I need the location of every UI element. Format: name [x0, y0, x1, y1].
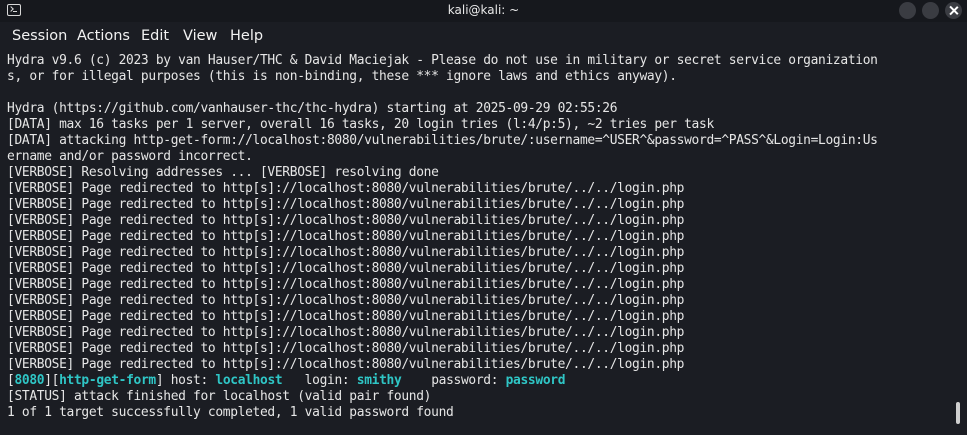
terminal-line: s, or for illegal purposes (this is non-… [7, 69, 677, 84]
menu-edit[interactable]: Edit [141, 27, 169, 45]
result-login: smithy [356, 373, 402, 388]
result-password: password [505, 373, 566, 388]
terminal-line: [VERBOSE] Page redirected to http[s]://l… [7, 213, 685, 228]
terminal-line: Hydra v9.6 (c) 2023 by van Hauser/THC & … [7, 53, 878, 68]
title-bar: kali@kali: ~ [0, 0, 967, 22]
terminal-line: Hydra (https://github.com/vanhauser-thc/… [7, 101, 618, 116]
terminal-line: [VERBOSE] Page redirected to http[s]://l… [7, 277, 685, 292]
login-label: login: [282, 373, 357, 388]
menu-view[interactable]: View [183, 27, 217, 45]
terminal-line: [VERBOSE] Page redirected to http[s]://l… [7, 309, 685, 324]
result-host: localhost [215, 373, 283, 388]
minimize-icon[interactable] [899, 2, 916, 19]
summary-line: 1 of 1 target successfully completed, 1 … [7, 405, 454, 420]
terminal-line: ername and/or password incorrect. [7, 149, 253, 164]
terminal-line: [VERBOSE] Page redirected to http[s]://l… [7, 229, 685, 244]
terminal-line: [VERBOSE] Page redirected to http[s]://l… [7, 245, 685, 260]
menu-actions[interactable]: Actions [77, 27, 130, 45]
terminal-line: [DATA] attacking http-get-form://localho… [7, 133, 878, 148]
found-credentials-line: [8080][http-get-form] host: localhost lo… [7, 373, 951, 389]
terminal-line: [VERBOSE] Resolving addresses ... [VERBO… [7, 165, 439, 180]
terminal-line: [VERBOSE] Page redirected to http[s]://l… [7, 293, 685, 308]
terminal-line: [VERBOSE] Page redirected to http[s]://l… [7, 357, 685, 372]
menu-session[interactable]: Session [12, 27, 67, 45]
terminal-line: [VERBOSE] Page redirected to http[s]://l… [7, 341, 685, 356]
password-label: password: [401, 373, 506, 388]
menu-help[interactable]: Help [230, 27, 263, 45]
terminal-line: [DATA] max 16 tasks per 1 server, overal… [7, 117, 714, 132]
terminal-line: [VERBOSE] Page redirected to http[s]://l… [7, 197, 685, 212]
window-title: kali@kali: ~ [447, 3, 520, 17]
status-line: [STATUS] attack finished for localhost (… [7, 389, 432, 404]
scrollbar-thumb[interactable] [956, 402, 960, 424]
host-label: host: [163, 373, 216, 388]
result-port: 8080 [14, 373, 45, 388]
result-bracket: ][ [44, 373, 60, 388]
maximize-icon[interactable] [922, 2, 939, 19]
terminal-output[interactable]: Hydra v9.6 (c) 2023 by van Hauser/THC & … [0, 51, 967, 435]
terminal-line: [VERBOSE] Page redirected to http[s]://l… [7, 261, 685, 276]
terminal-line: [VERBOSE] Page redirected to http[s]://l… [7, 325, 685, 340]
menu-bar: Session Actions Edit View Help [0, 22, 967, 50]
result-service: http-get-form [59, 373, 156, 388]
close-icon[interactable] [945, 2, 962, 19]
terminal-line: [VERBOSE] Page redirected to http[s]://l… [7, 181, 685, 196]
